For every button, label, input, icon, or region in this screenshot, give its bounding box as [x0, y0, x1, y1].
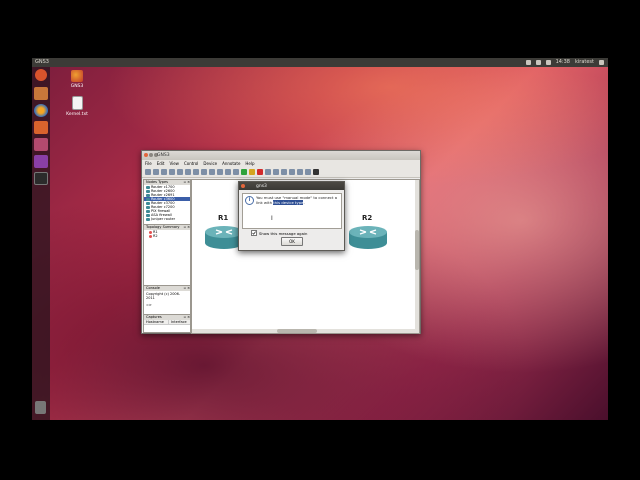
message-text-end: . — [303, 199, 305, 205]
stop-all-icon[interactable] — [257, 169, 263, 175]
menu-device[interactable]: Device — [203, 161, 217, 166]
show-interfaces-icon[interactable] — [209, 169, 215, 175]
left-dock: Nodes Types ▫ × Router c1700 Router c2600… — [143, 179, 191, 333]
desktop-icon-label: Kernel.txt — [66, 112, 88, 117]
text-cursor-icon: I — [271, 215, 273, 222]
gns3-logo-icon — [71, 70, 83, 82]
pane-title: Console — [146, 286, 160, 290]
dialog-message-area: i You must use "manual mode" to connect … — [242, 193, 342, 229]
volume-icon[interactable] — [545, 59, 551, 65]
console-all-icon[interactable] — [217, 169, 223, 175]
menu-control[interactable]: Control — [184, 161, 198, 166]
captures-pane: Captures ▫ × Hostname Interface — [143, 314, 191, 333]
capture-icon[interactable] — [233, 169, 239, 175]
console-pane: Console ▫ × Copyright (c) 2006-2011 => — [143, 285, 191, 315]
text-file-icon[interactable]: Kernel.txt — [62, 96, 92, 117]
terminal-all-icon[interactable] — [225, 169, 231, 175]
checkmark-icon — [252, 231, 256, 235]
trash-icon[interactable] — [35, 401, 46, 414]
reload-all-icon[interactable] — [265, 169, 271, 175]
add-note-icon[interactable] — [289, 169, 295, 175]
new-project-icon[interactable] — [145, 169, 151, 175]
router-r2-icon[interactable] — [348, 224, 388, 250]
settings-icon[interactable] — [34, 138, 48, 151]
document-icon — [71, 96, 83, 110]
horizontal-scrollbar[interactable] — [192, 329, 415, 333]
node-types-pane: Nodes Types ▫ × Router c1700 Router c2600… — [143, 179, 191, 225]
import-icon[interactable] — [177, 169, 183, 175]
show-again-checkbox[interactable] — [251, 230, 257, 236]
draw-rectangle-icon[interactable] — [305, 169, 311, 175]
menu-edit[interactable]: Edit — [157, 161, 165, 166]
menu-bar: File Edit View Control Device Annotate H… — [142, 160, 420, 167]
indicator-area: 14:38 kiratest — [525, 59, 604, 65]
ubuntu-software-icon[interactable] — [34, 121, 48, 134]
mail-icon[interactable] — [525, 59, 531, 65]
node-type-item[interactable]: Juniper router — [144, 217, 190, 221]
snapshot-icon[interactable] — [193, 169, 199, 175]
terminal-icon[interactable] — [34, 172, 48, 185]
topology-item-r2[interactable]: R2 — [144, 234, 190, 238]
save-icon[interactable] — [161, 169, 167, 175]
save-as-icon[interactable] — [169, 169, 175, 175]
scroll-thumb[interactable] — [277, 329, 317, 333]
dash-icon[interactable] — [35, 69, 47, 81]
network-icon[interactable] — [535, 59, 541, 65]
dialog-message: You must use "manual mode" to connect a … — [256, 195, 338, 205]
power-icon[interactable] — [599, 59, 604, 65]
menu-annotate[interactable]: Annotate — [222, 161, 240, 166]
show-again-label[interactable]: Show this message again — [259, 231, 307, 236]
export-icon[interactable] — [185, 169, 191, 175]
vertical-scrollbar[interactable] — [415, 180, 419, 333]
column-hostname[interactable]: Hostname — [144, 320, 169, 324]
dialog-titlebar[interactable]: gns3 — [239, 182, 344, 190]
suspend-all-icon[interactable] — [249, 169, 255, 175]
router-label-r1: R1 — [218, 214, 229, 222]
zoom-out-icon[interactable] — [281, 169, 287, 175]
message-selected-text: this device type — [273, 199, 304, 205]
zoom-in-icon[interactable] — [273, 169, 279, 175]
open-icon[interactable] — [153, 169, 159, 175]
gns3-desktop-icon[interactable]: GNS3 — [62, 70, 92, 89]
console-text: Copyright (c) 2006-2011 — [146, 292, 181, 300]
column-interface[interactable]: Interface — [169, 320, 187, 324]
user-name[interactable]: kiratest — [575, 59, 594, 65]
desktop-icon-label: GNS3 — [70, 84, 84, 89]
menu-help[interactable]: Help — [245, 161, 254, 166]
firefox-icon[interactable] — [34, 104, 48, 117]
router-label-r2: R2 — [362, 214, 373, 222]
launcher — [32, 67, 50, 420]
close-icon[interactable] — [241, 184, 245, 188]
menu-view[interactable]: View — [169, 161, 179, 166]
minimize-icon[interactable] — [149, 153, 153, 157]
ok-button[interactable]: OK — [281, 237, 303, 246]
close-icon[interactable] — [144, 153, 148, 157]
insert-picture-icon[interactable] — [297, 169, 303, 175]
window-title: GNS3 — [157, 153, 170, 158]
captures-header-row: Hostname Interface — [144, 320, 190, 325]
add-link-icon[interactable] — [201, 169, 207, 175]
window-titlebar[interactable]: GNS3 — [142, 151, 420, 160]
toolbar — [142, 167, 420, 178]
console-prompt[interactable]: => — [144, 301, 190, 309]
info-icon: i — [245, 196, 254, 205]
start-all-icon[interactable] — [241, 169, 247, 175]
draw-ellipse-icon[interactable] — [313, 169, 319, 175]
dialog-title: gns3 — [256, 183, 267, 189]
desktop: GNS3 14:38 kiratest GNS3 Kernel.txt GNS3… — [32, 58, 608, 420]
gns3-message-dialog: gns3 i You must use "manual mode" to con… — [238, 181, 345, 251]
gns3-icon[interactable] — [34, 155, 48, 168]
top-panel: GNS3 14:38 kiratest — [32, 58, 608, 67]
topology-summary-pane: Topology Summary ▫ × R1 R2 — [143, 224, 191, 286]
menu-file[interactable]: File — [145, 161, 152, 166]
scroll-thumb[interactable] — [415, 230, 419, 270]
active-app-title: GNS3 — [35, 59, 49, 65]
show-again-row[interactable]: Show this message again — [251, 230, 307, 236]
files-icon[interactable] — [34, 87, 48, 100]
clock[interactable]: 14:38 — [556, 59, 570, 65]
